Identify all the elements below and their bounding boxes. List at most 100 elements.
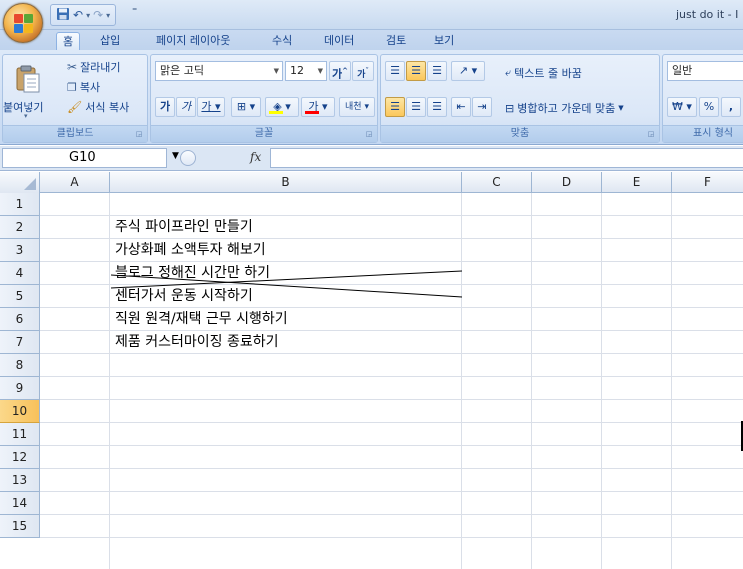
customize-qat-icon[interactable]: ⁼ — [132, 6, 137, 17]
increase-indent-button[interactable]: ⇥ — [472, 97, 492, 117]
align-right-button[interactable]: ☰ — [427, 97, 447, 117]
tab-review[interactable]: 검토 — [380, 32, 412, 50]
bold-button[interactable]: 가 — [155, 97, 175, 117]
column-header-f[interactable]: F — [672, 172, 743, 193]
percent-button[interactable]: % — [699, 97, 719, 117]
row-header-8[interactable]: 8 — [0, 354, 40, 377]
clipboard-launcher-icon[interactable]: ◲ — [134, 129, 144, 139]
row-header-10[interactable]: 10 — [0, 400, 40, 423]
undo-dropdown-icon[interactable]: ▾ — [86, 11, 90, 20]
clipboard-group: 붙여넣기 ▾ ✂ 잘라내기 ❐ 복사 🖌 서식 복사 클립보드 ◲ — [2, 54, 148, 143]
underline-button[interactable]: 가 ▾ — [197, 97, 225, 117]
grow-font-button[interactable]: 가^ — [329, 61, 351, 81]
name-box[interactable]: G10 — [2, 148, 167, 168]
align-left-icon: ☰ — [390, 100, 400, 113]
row-header-3[interactable]: 3 — [0, 239, 40, 262]
border-button[interactable]: ⊞ ▾ — [231, 97, 261, 117]
cell-b4[interactable]: 블로그 정해진 시간만 하기 — [115, 262, 270, 285]
currency-button[interactable]: ₩ ▾ — [667, 97, 697, 117]
cell-b2[interactable]: 주식 파이프라인 만들기 — [115, 216, 253, 239]
cell-b3[interactable]: 가상화폐 소액투자 해보기 — [115, 239, 266, 262]
select-all-button[interactable] — [0, 172, 40, 193]
row-header-2[interactable]: 2 — [0, 216, 40, 239]
align-top-button[interactable]: ☰ — [385, 61, 405, 81]
tab-insert[interactable]: 삽입 — [94, 32, 126, 50]
row-header-15[interactable]: 15 — [0, 515, 40, 538]
row-header-13[interactable]: 13 — [0, 469, 40, 492]
worksheet-grid[interactable]: A B C D E F 1 2 3 4 5 6 7 8 9 10 11 12 1… — [0, 172, 743, 569]
orientation-button[interactable]: ↗ ▾ — [451, 61, 485, 81]
row-header-1[interactable]: 1 — [0, 193, 40, 216]
gridline — [40, 422, 743, 423]
number-group-label: 표시 형식 — [663, 125, 743, 142]
cell-b5[interactable]: 센터가서 운동 시작하기 — [115, 285, 253, 308]
number-format-dropdown[interactable]: 일반 — [667, 61, 743, 81]
ribbon-tabs: 홈 삽입 페이지 레이아웃 수식 데이터 검토 보기 — [0, 30, 743, 50]
format-painter-label: 서식 복사 — [85, 101, 130, 114]
align-bottom-button[interactable]: ☰ — [427, 61, 447, 81]
font-size-dropdown[interactable]: 12 ▼ — [285, 61, 327, 81]
tab-home[interactable]: 홈 — [56, 32, 81, 50]
tab-data[interactable]: 데이터 — [318, 32, 360, 50]
save-icon[interactable] — [56, 7, 70, 24]
align-left-button[interactable]: ☰ — [385, 97, 405, 117]
phonetic-label: 내천 — [345, 102, 362, 112]
align-center-button[interactable]: ☰ — [406, 97, 426, 117]
merge-center-button[interactable]: ⊟ 병합하고 가운데 맞춤 ▼ — [505, 100, 624, 116]
column-header-c[interactable]: C — [462, 172, 532, 193]
shrink-font-button[interactable]: 가ˇ — [352, 61, 374, 81]
row-header-12[interactable]: 12 — [0, 446, 40, 469]
wrap-text-button[interactable]: ⤶ 텍스트 줄 바꿈 — [505, 65, 582, 81]
grow-font-label: 가 — [332, 67, 343, 81]
row-header-6[interactable]: 6 — [0, 308, 40, 331]
italic-button[interactable]: 가 — [176, 97, 196, 117]
align-middle-icon: ☰ — [411, 64, 421, 77]
column-header-d[interactable]: D — [532, 172, 602, 193]
phonetic-button[interactable]: 내천 ▾ — [339, 97, 375, 117]
copy-label: 복사 — [79, 81, 101, 94]
row-header-4[interactable]: 4 — [0, 262, 40, 285]
cell-b7[interactable]: 제품 커스터마이징 종료하기 — [115, 331, 278, 354]
redo-icon[interactable]: ↷ — [93, 8, 103, 22]
align-middle-button[interactable]: ☰ — [406, 61, 426, 81]
tab-page-layout[interactable]: 페이지 레이아웃 — [150, 32, 236, 50]
cut-button[interactable]: ✂ 잘라내기 — [67, 59, 121, 75]
format-painter-button[interactable]: 🖌 서식 복사 — [67, 99, 129, 115]
gridline — [461, 193, 462, 569]
clipboard-group-label: 클립보드 — [3, 125, 147, 142]
office-button[interactable] — [3, 3, 43, 43]
paste-button[interactable]: 붙여넣기 ▾ — [3, 57, 51, 123]
cell-b6[interactable]: 직원 원격/재택 근무 시행하기 — [115, 308, 288, 331]
decrease-indent-button[interactable]: ⇤ — [451, 97, 471, 117]
fill-color-button[interactable]: ◈ ▾ — [265, 97, 299, 117]
tab-view[interactable]: 보기 — [428, 32, 460, 50]
column-header-b[interactable]: B — [110, 172, 462, 193]
font-name-dropdown[interactable]: 맑은 고딕 ▼ — [155, 61, 283, 81]
name-box-dropdown-icon[interactable]: ▼ — [172, 151, 179, 161]
column-header-e[interactable]: E — [602, 172, 672, 193]
font-color-button[interactable]: 가 ▾ — [301, 97, 335, 117]
redo-dropdown-icon[interactable]: ▾ — [106, 11, 110, 20]
copy-button[interactable]: ❐ 복사 — [67, 79, 100, 95]
row-header-7[interactable]: 7 — [0, 331, 40, 354]
alignment-group: ☰ ☰ ☰ ↗ ▾ ⤶ 텍스트 줄 바꿈 ☰ ☰ ☰ ⇤ ⇥ ⊟ 병합하고 가운… — [380, 54, 660, 143]
comma-button[interactable]: , — [721, 97, 741, 117]
column-header-a[interactable]: A — [40, 172, 110, 193]
align-bottom-icon: ☰ — [432, 64, 442, 77]
row-header-5[interactable]: 5 — [0, 285, 40, 308]
row-header-11[interactable]: 11 — [0, 423, 40, 446]
insert-function-button[interactable]: fx — [250, 150, 261, 164]
align-right-icon: ☰ — [432, 100, 442, 113]
formula-input[interactable] — [270, 148, 743, 168]
undo-icon[interactable]: ↶ — [73, 8, 83, 22]
currency-label: ₩ — [672, 100, 683, 113]
row-header-9[interactable]: 9 — [0, 377, 40, 400]
font-launcher-icon[interactable]: ◲ — [364, 129, 374, 139]
font-group-label: 글꼴 — [151, 125, 377, 142]
gridline — [40, 537, 743, 538]
row-header-14[interactable]: 14 — [0, 492, 40, 515]
alignment-launcher-icon[interactable]: ◲ — [646, 129, 656, 139]
align-top-icon: ☰ — [390, 64, 400, 77]
paste-dropdown-icon[interactable]: ▾ — [24, 112, 28, 120]
tab-formulas[interactable]: 수식 — [266, 32, 298, 50]
